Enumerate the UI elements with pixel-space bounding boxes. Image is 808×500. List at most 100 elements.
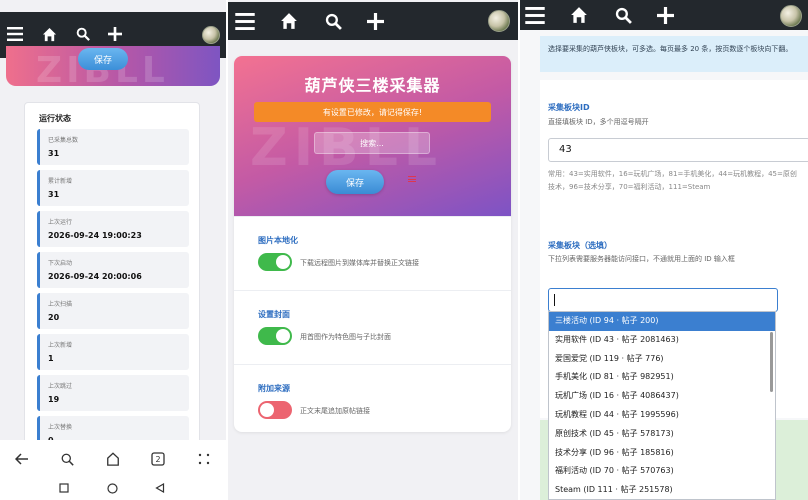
option-title: 附加来源 [258,384,290,393]
toggle-knob [276,255,290,269]
stat-label: 上次替换 [48,424,73,431]
plus-icon[interactable] [364,10,386,32]
option-desc: 正文末尾追加原帖链接 [300,407,370,415]
stat-value: 1 [48,354,54,363]
search-icon[interactable] [322,10,344,32]
option-title: 图片本地化 [258,236,298,245]
stat-value: 2026-09-24 20:00:06 [48,272,142,281]
hero-banner: ZIBLL 葫芦侠三楼采集器 有设置已修改，请记得保存! 搜索... 保存 [234,56,511,216]
hero-banner: ZIBLL 保存 [6,46,220,86]
append-source-toggle[interactable] [258,401,292,419]
board-id-title: 采集板块ID [548,103,590,112]
stat-item: 上次跳过 19 [37,375,189,411]
stat-label: 上次跳过 [48,383,73,390]
board-select-help: 下拉列表需要服务器能访问接口，不通就用上面的 ID 输入框 [548,255,735,263]
option-append-source: 附加来源 正文末尾追加原帖链接 [234,364,511,432]
stat-label: 上次扫描 [48,301,73,308]
toggle-knob [260,403,274,417]
dropdown-option[interactable]: 爱国爱党 (ID 119 · 帖子 776) [549,350,775,369]
board-select-pane: 选择要采集的葫芦侠板块，可多选。每页最多 20 条，按页数逐个板块向下翻。 采集… [520,0,808,500]
dropdown-scrollbar[interactable] [770,332,773,392]
stat-item: 上次运行 2026-09-24 19:00:23 [37,211,189,247]
stat-label: 上次新增 [48,342,73,349]
search-icon[interactable] [74,25,92,43]
save-button[interactable]: 保存 [78,48,128,70]
stat-item: 下次启动 2026-09-24 20:00:06 [37,252,189,288]
home-icon[interactable] [568,4,590,26]
status-title: 运行状态 [39,114,71,123]
dropdown-option[interactable]: 技术分享 (ID 96 · 帖子 185816) [549,444,775,463]
home-icon[interactable] [278,10,300,32]
board-select-input[interactable] [548,288,778,312]
stat-item: 累计新增 31 [37,170,189,206]
collector-card: ZIBLL 葫芦侠三楼采集器 有设置已修改，请记得保存! 搜索... 保存 图片… [234,56,511,432]
stat-value: 31 [48,149,60,158]
stat-item: 已采集总数 31 [37,129,189,165]
board-id-help: 直接填板块 ID，多个用逗号隔开 [548,118,649,126]
option-desc: 下载远程图片到媒体库并替换正文链接 [300,259,419,267]
system-back-icon[interactable] [152,480,168,496]
board-dropdown[interactable]: 三楼活动 (ID 94 · 帖子 200) 实用软件 (ID 43 · 帖子 2… [548,311,776,500]
avatar[interactable] [780,5,802,27]
dropdown-option[interactable]: Steam (ID 111 · 帖子 251578) [549,481,775,499]
option-title: 设置封面 [258,310,290,319]
top-toolbar [520,0,808,30]
plus-icon[interactable] [654,4,676,26]
top-toolbar [228,2,518,40]
option-image-localize: 图片本地化 下载远程图片到媒体库并替换正文链接 [234,216,511,290]
back-arrow-icon[interactable] [12,450,32,468]
settings-pane: ZIBLL 葫芦侠三楼采集器 有设置已修改，请记得保存! 搜索... 保存 图片… [228,0,518,500]
save-button[interactable]: 保存 [326,170,384,194]
dropdown-option[interactable]: 实用软件 (ID 43 · 帖子 2081463) [549,331,775,350]
status-pane: ZIBLL 保存 运行状态 已采集总数 31 累计新增 31 上次运行 2026… [0,0,226,500]
search-icon[interactable] [612,4,634,26]
dropdown-option[interactable]: 福利活动 (ID 70 · 帖子 570763) [549,462,775,481]
browser-bottom-nav: 2 [0,440,226,500]
dropdown-option[interactable]: 原创技术 (ID 45 · 帖子 578173) [549,425,775,444]
tabs-count: 2 [155,455,160,464]
recent-apps-icon[interactable] [56,480,72,496]
avatar[interactable] [488,10,510,32]
stat-label: 累计新增 [48,178,73,185]
info-text: 选择要采集的葫芦侠板块，可多选。每页最多 20 条，按页数逐个板块向下翻。 [548,45,793,53]
unsaved-notice: 有设置已修改，请记得保存! [254,102,491,122]
home-icon[interactable] [103,450,123,468]
board-id-input[interactable]: 43 [548,138,808,162]
set-cover-toggle[interactable] [258,327,292,345]
stat-value: 20 [48,313,60,322]
stat-value: 2026-09-24 19:00:23 [48,231,142,240]
stat-value: 31 [48,190,60,199]
stat-value: 19 [48,395,60,404]
menu-icon[interactable] [6,25,24,43]
image-localize-toggle[interactable] [258,253,292,271]
stat-item: 上次扫描 20 [37,293,189,329]
search-input[interactable]: 搜索... [314,132,430,154]
status-card: 运行状态 已采集总数 31 累计新增 31 上次运行 2026-09-24 19… [24,102,200,452]
option-set-cover: 设置封面 用首图作为特色图与子比封面 [234,290,511,364]
dropdown-option[interactable]: 手机美化 (ID 81 · 帖子 982951) [549,368,775,387]
dropdown-option[interactable]: 三楼活动 (ID 94 · 帖子 200) [549,312,775,331]
more-icon[interactable] [194,450,214,468]
common-ids-text: 常用：43=实用软件，16=玩机广场，81=手机美化，44=玩机教程，45=原创… [548,170,797,191]
avatar[interactable] [202,26,220,44]
stat-label: 已采集总数 [48,137,79,144]
menu-icon[interactable] [408,176,416,182]
menu-icon[interactable] [234,10,256,32]
stat-item: 上次新增 1 [37,334,189,370]
toggle-knob [276,329,290,343]
option-desc: 用首图作为特色图与子比封面 [300,333,391,341]
tabs-icon[interactable]: 2 [148,450,168,468]
stat-label: 上次运行 [48,219,73,226]
info-notice: 选择要采集的葫芦侠板块，可多选。每页最多 20 条，按页数逐个板块向下翻。 [540,36,808,72]
plus-icon[interactable] [106,25,124,43]
text-caret [554,294,555,306]
stat-label: 下次启动 [48,260,73,267]
dropdown-option[interactable]: 玩机教程 (ID 44 · 帖子 1995596) [549,406,775,425]
dropdown-option[interactable]: 玩机广场 (ID 16 · 帖子 4086437) [549,387,775,406]
menu-icon[interactable] [524,4,546,26]
board-select-title: 采集板块（选填） [548,241,612,250]
search-icon[interactable] [57,450,77,468]
system-home-icon[interactable] [104,480,120,496]
home-icon[interactable] [40,25,58,43]
page-title: 葫芦侠三楼采集器 [304,76,441,95]
